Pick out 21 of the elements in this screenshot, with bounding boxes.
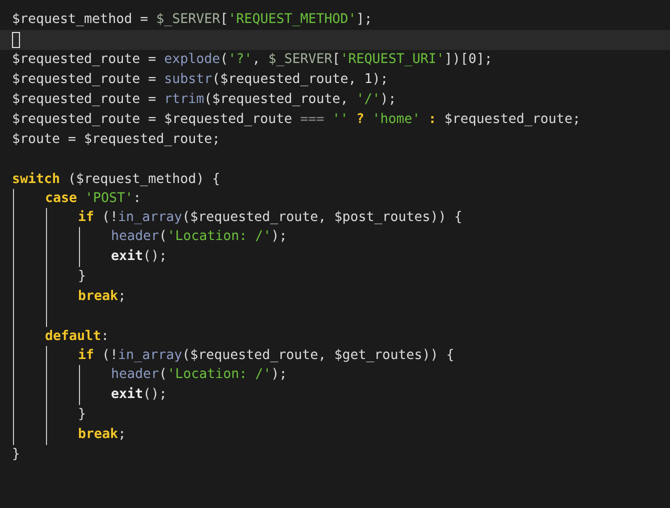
code-line: $requested_route = $requested_route === '' ? 'home' : $requested_route; [12, 111, 580, 129]
code-line: } [78, 406, 86, 424]
code-line: $request_method = $_SERVER['REQUEST_METHOD']; [12, 11, 372, 29]
code-line: $route = $requested_route; [12, 131, 220, 149]
code-line: header('Location: /'); [111, 366, 288, 384]
code-line: exit(); [111, 386, 168, 404]
code-line: switch ($request_method) { [12, 171, 220, 189]
code-line: case 'POST': [45, 190, 142, 208]
code-line: if (!in_array($requested_route, $post_routes)) { [78, 209, 462, 227]
code-line: exit(); [111, 248, 168, 266]
code-line: } [12, 446, 20, 464]
text-cursor [12, 32, 20, 48]
code-line: $requested_route = rtrim($requested_route, '/'); [12, 91, 396, 109]
code-line: header('Location: /'); [111, 228, 288, 246]
code-line: $requested_route = explode('?', $_SERVER['REQUEST_URI'])[0]; [12, 51, 492, 69]
code-line: } [78, 268, 86, 286]
code-line: break; [78, 426, 126, 444]
code-line: default: [45, 328, 110, 346]
code-line: break; [78, 288, 126, 306]
code-line: if (!in_array($requested_route, $get_routes)) { [78, 347, 454, 365]
code-line: $requested_route = substr($requested_route, 1); [12, 71, 388, 89]
